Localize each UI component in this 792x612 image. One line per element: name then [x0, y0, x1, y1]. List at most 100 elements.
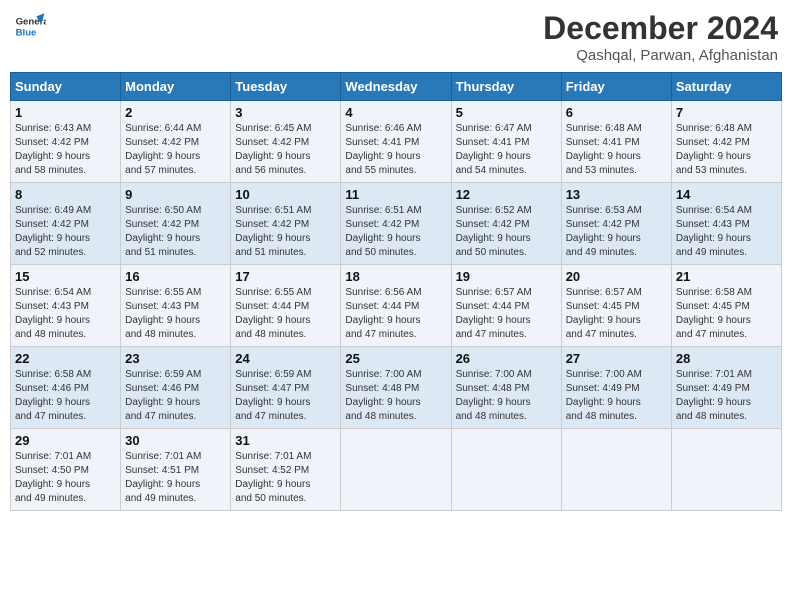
day-number: 27 [566, 351, 667, 366]
title-area: December 2024 Qashqal, Parwan, Afghanist… [543, 10, 778, 64]
calendar-header-monday: Monday [121, 73, 231, 101]
calendar-cell: 5 Sunrise: 6:47 AM Sunset: 4:41 PM Daylig… [451, 101, 561, 183]
calendar-cell: 11 Sunrise: 6:51 AM Sunset: 4:42 PM Dayli… [341, 183, 451, 265]
calendar-header-wednesday: Wednesday [341, 73, 451, 101]
calendar-cell: 29Sunrise: 7:01 AM Sunset: 4:50 PM Dayli… [11, 429, 121, 511]
day-number: 21 [676, 269, 777, 284]
day-info: Sunrise: 7:01 AM Sunset: 4:51 PM Dayligh… [125, 450, 226, 506]
calendar-cell: 9 Sunrise: 6:50 AM Sunset: 4:42 PM Daylig… [121, 183, 231, 265]
day-number: 9 [125, 187, 226, 202]
calendar-header-friday: Friday [561, 73, 671, 101]
day-number: 16 [125, 269, 226, 284]
day-info: Sunrise: 6:51 AM Sunset: 4:42 PM Dayligh… [345, 204, 446, 260]
day-number: 20 [566, 269, 667, 284]
day-number: 11 [345, 187, 446, 202]
calendar-week-row: 29Sunrise: 7:01 AM Sunset: 4:50 PM Dayli… [11, 429, 782, 511]
day-info: Sunrise: 6:53 AM Sunset: 4:42 PM Dayligh… [566, 204, 667, 260]
day-info: Sunrise: 7:00 AM Sunset: 4:48 PM Dayligh… [456, 368, 557, 424]
calendar-cell: 4Sunrise: 6:46 AM Sunset: 4:41 PM Daylig… [341, 101, 451, 183]
calendar-cell: 31Sunrise: 7:01 AM Sunset: 4:52 PM Dayli… [231, 429, 341, 511]
page-title: December 2024 [543, 10, 778, 47]
day-info: Sunrise: 6:56 AM Sunset: 4:44 PM Dayligh… [345, 286, 446, 342]
day-info: Sunrise: 6:54 AM Sunset: 4:43 PM Dayligh… [676, 204, 777, 260]
day-info: Sunrise: 6:52 AM Sunset: 4:42 PM Dayligh… [456, 204, 557, 260]
day-number: 19 [456, 269, 557, 284]
calendar-cell: 22 Sunrise: 6:58 AM Sunset: 4:46 PM Dayli… [11, 347, 121, 429]
day-info: Sunrise: 6:43 AM Sunset: 4:42 PM Dayligh… [15, 122, 116, 178]
calendar-cell: 26 Sunrise: 7:00 AM Sunset: 4:48 PM Dayli… [451, 347, 561, 429]
day-info: Sunrise: 6:44 AM Sunset: 4:42 PM Dayligh… [125, 122, 226, 178]
day-info: Sunrise: 7:01 AM Sunset: 4:52 PM Dayligh… [235, 450, 336, 506]
calendar-cell: 10 Sunrise: 6:51 AM Sunset: 4:42 PM Dayli… [231, 183, 341, 265]
day-number: 12 [456, 187, 557, 202]
calendar-cell: 28 Sunrise: 7:01 AM Sunset: 4:49 PM Dayli… [671, 347, 781, 429]
logo-icon: General Blue [14, 10, 46, 42]
calendar-cell: 25Sunrise: 7:00 AM Sunset: 4:48 PM Dayli… [341, 347, 451, 429]
day-info: Sunrise: 6:58 AM Sunset: 4:46 PM Dayligh… [15, 368, 116, 424]
day-info: Sunrise: 6:59 AM Sunset: 4:46 PM Dayligh… [125, 368, 226, 424]
calendar-cell: 20 Sunrise: 6:57 AM Sunset: 4:45 PM Dayli… [561, 265, 671, 347]
day-info: Sunrise: 6:57 AM Sunset: 4:44 PM Dayligh… [456, 286, 557, 342]
calendar-cell: 27 Sunrise: 7:00 AM Sunset: 4:49 PM Dayli… [561, 347, 671, 429]
day-number: 3 [235, 105, 336, 120]
day-number: 2 [125, 105, 226, 120]
calendar-cell: 1 Sunrise: 6:43 AM Sunset: 4:42 PM Daylig… [11, 101, 121, 183]
calendar-cell [341, 429, 451, 511]
page-header: General Blue December 2024 Qashqal, Parw… [10, 10, 782, 64]
page-subtitle: Qashqal, Parwan, Afghanistan [543, 47, 778, 64]
calendar-cell: 16 Sunrise: 6:55 AM Sunset: 4:43 PM Dayli… [121, 265, 231, 347]
calendar-cell: 2 Sunrise: 6:44 AM Sunset: 4:42 PM Daylig… [121, 101, 231, 183]
calendar-cell: 14 Sunrise: 6:54 AM Sunset: 4:43 PM Dayli… [671, 183, 781, 265]
calendar-header-sunday: Sunday [11, 73, 121, 101]
calendar-cell: 6 Sunrise: 6:48 AM Sunset: 4:41 PM Daylig… [561, 101, 671, 183]
day-info: Sunrise: 6:48 AM Sunset: 4:41 PM Dayligh… [566, 122, 667, 178]
day-number: 6 [566, 105, 667, 120]
day-info: Sunrise: 6:51 AM Sunset: 4:42 PM Dayligh… [235, 204, 336, 260]
day-info: Sunrise: 7:00 AM Sunset: 4:48 PM Dayligh… [345, 368, 446, 424]
calendar-week-row: 15Sunrise: 6:54 AM Sunset: 4:43 PM Dayli… [11, 265, 782, 347]
day-info: Sunrise: 6:55 AM Sunset: 4:44 PM Dayligh… [235, 286, 336, 342]
day-number: 26 [456, 351, 557, 366]
day-info: Sunrise: 6:49 AM Sunset: 4:42 PM Dayligh… [15, 204, 116, 260]
day-info: Sunrise: 7:00 AM Sunset: 4:49 PM Dayligh… [566, 368, 667, 424]
day-info: Sunrise: 6:55 AM Sunset: 4:43 PM Dayligh… [125, 286, 226, 342]
day-number: 28 [676, 351, 777, 366]
logo: General Blue [14, 10, 46, 42]
calendar-week-row: 8 Sunrise: 6:49 AM Sunset: 4:42 PM Daylig… [11, 183, 782, 265]
calendar-cell: 8 Sunrise: 6:49 AM Sunset: 4:42 PM Daylig… [11, 183, 121, 265]
calendar-cell: 24Sunrise: 6:59 AM Sunset: 4:47 PM Dayli… [231, 347, 341, 429]
calendar-cell: 15Sunrise: 6:54 AM Sunset: 4:43 PM Dayli… [11, 265, 121, 347]
day-number: 8 [15, 187, 116, 202]
calendar-header-tuesday: Tuesday [231, 73, 341, 101]
day-number: 23 [125, 351, 226, 366]
calendar-week-row: 1 Sunrise: 6:43 AM Sunset: 4:42 PM Daylig… [11, 101, 782, 183]
day-number: 10 [235, 187, 336, 202]
day-info: Sunrise: 6:59 AM Sunset: 4:47 PM Dayligh… [235, 368, 336, 424]
calendar-cell [451, 429, 561, 511]
calendar-cell: 7Sunrise: 6:48 AM Sunset: 4:42 PM Daylig… [671, 101, 781, 183]
day-info: Sunrise: 6:50 AM Sunset: 4:42 PM Dayligh… [125, 204, 226, 260]
day-number: 13 [566, 187, 667, 202]
calendar-header-thursday: Thursday [451, 73, 561, 101]
day-info: Sunrise: 6:45 AM Sunset: 4:42 PM Dayligh… [235, 122, 336, 178]
day-info: Sunrise: 7:01 AM Sunset: 4:49 PM Dayligh… [676, 368, 777, 424]
calendar-cell: 18Sunrise: 6:56 AM Sunset: 4:44 PM Dayli… [341, 265, 451, 347]
calendar-header-row: SundayMondayTuesdayWednesdayThursdayFrid… [11, 73, 782, 101]
calendar-cell: 23 Sunrise: 6:59 AM Sunset: 4:46 PM Dayli… [121, 347, 231, 429]
calendar-cell [671, 429, 781, 511]
day-info: Sunrise: 6:47 AM Sunset: 4:41 PM Dayligh… [456, 122, 557, 178]
calendar-cell: 3 Sunrise: 6:45 AM Sunset: 4:42 PM Daylig… [231, 101, 341, 183]
day-info: Sunrise: 6:54 AM Sunset: 4:43 PM Dayligh… [15, 286, 116, 342]
calendar-header-saturday: Saturday [671, 73, 781, 101]
day-info: Sunrise: 6:57 AM Sunset: 4:45 PM Dayligh… [566, 286, 667, 342]
calendar-table: SundayMondayTuesdayWednesdayThursdayFrid… [10, 72, 782, 511]
calendar-cell: 21 Sunrise: 6:58 AM Sunset: 4:45 PM Dayli… [671, 265, 781, 347]
day-info: Sunrise: 6:58 AM Sunset: 4:45 PM Dayligh… [676, 286, 777, 342]
day-number: 1 [15, 105, 116, 120]
calendar-week-row: 22 Sunrise: 6:58 AM Sunset: 4:46 PM Dayli… [11, 347, 782, 429]
day-number: 22 [15, 351, 116, 366]
calendar-cell: 19 Sunrise: 6:57 AM Sunset: 4:44 PM Dayli… [451, 265, 561, 347]
day-number: 4 [345, 105, 446, 120]
day-number: 5 [456, 105, 557, 120]
day-number: 14 [676, 187, 777, 202]
